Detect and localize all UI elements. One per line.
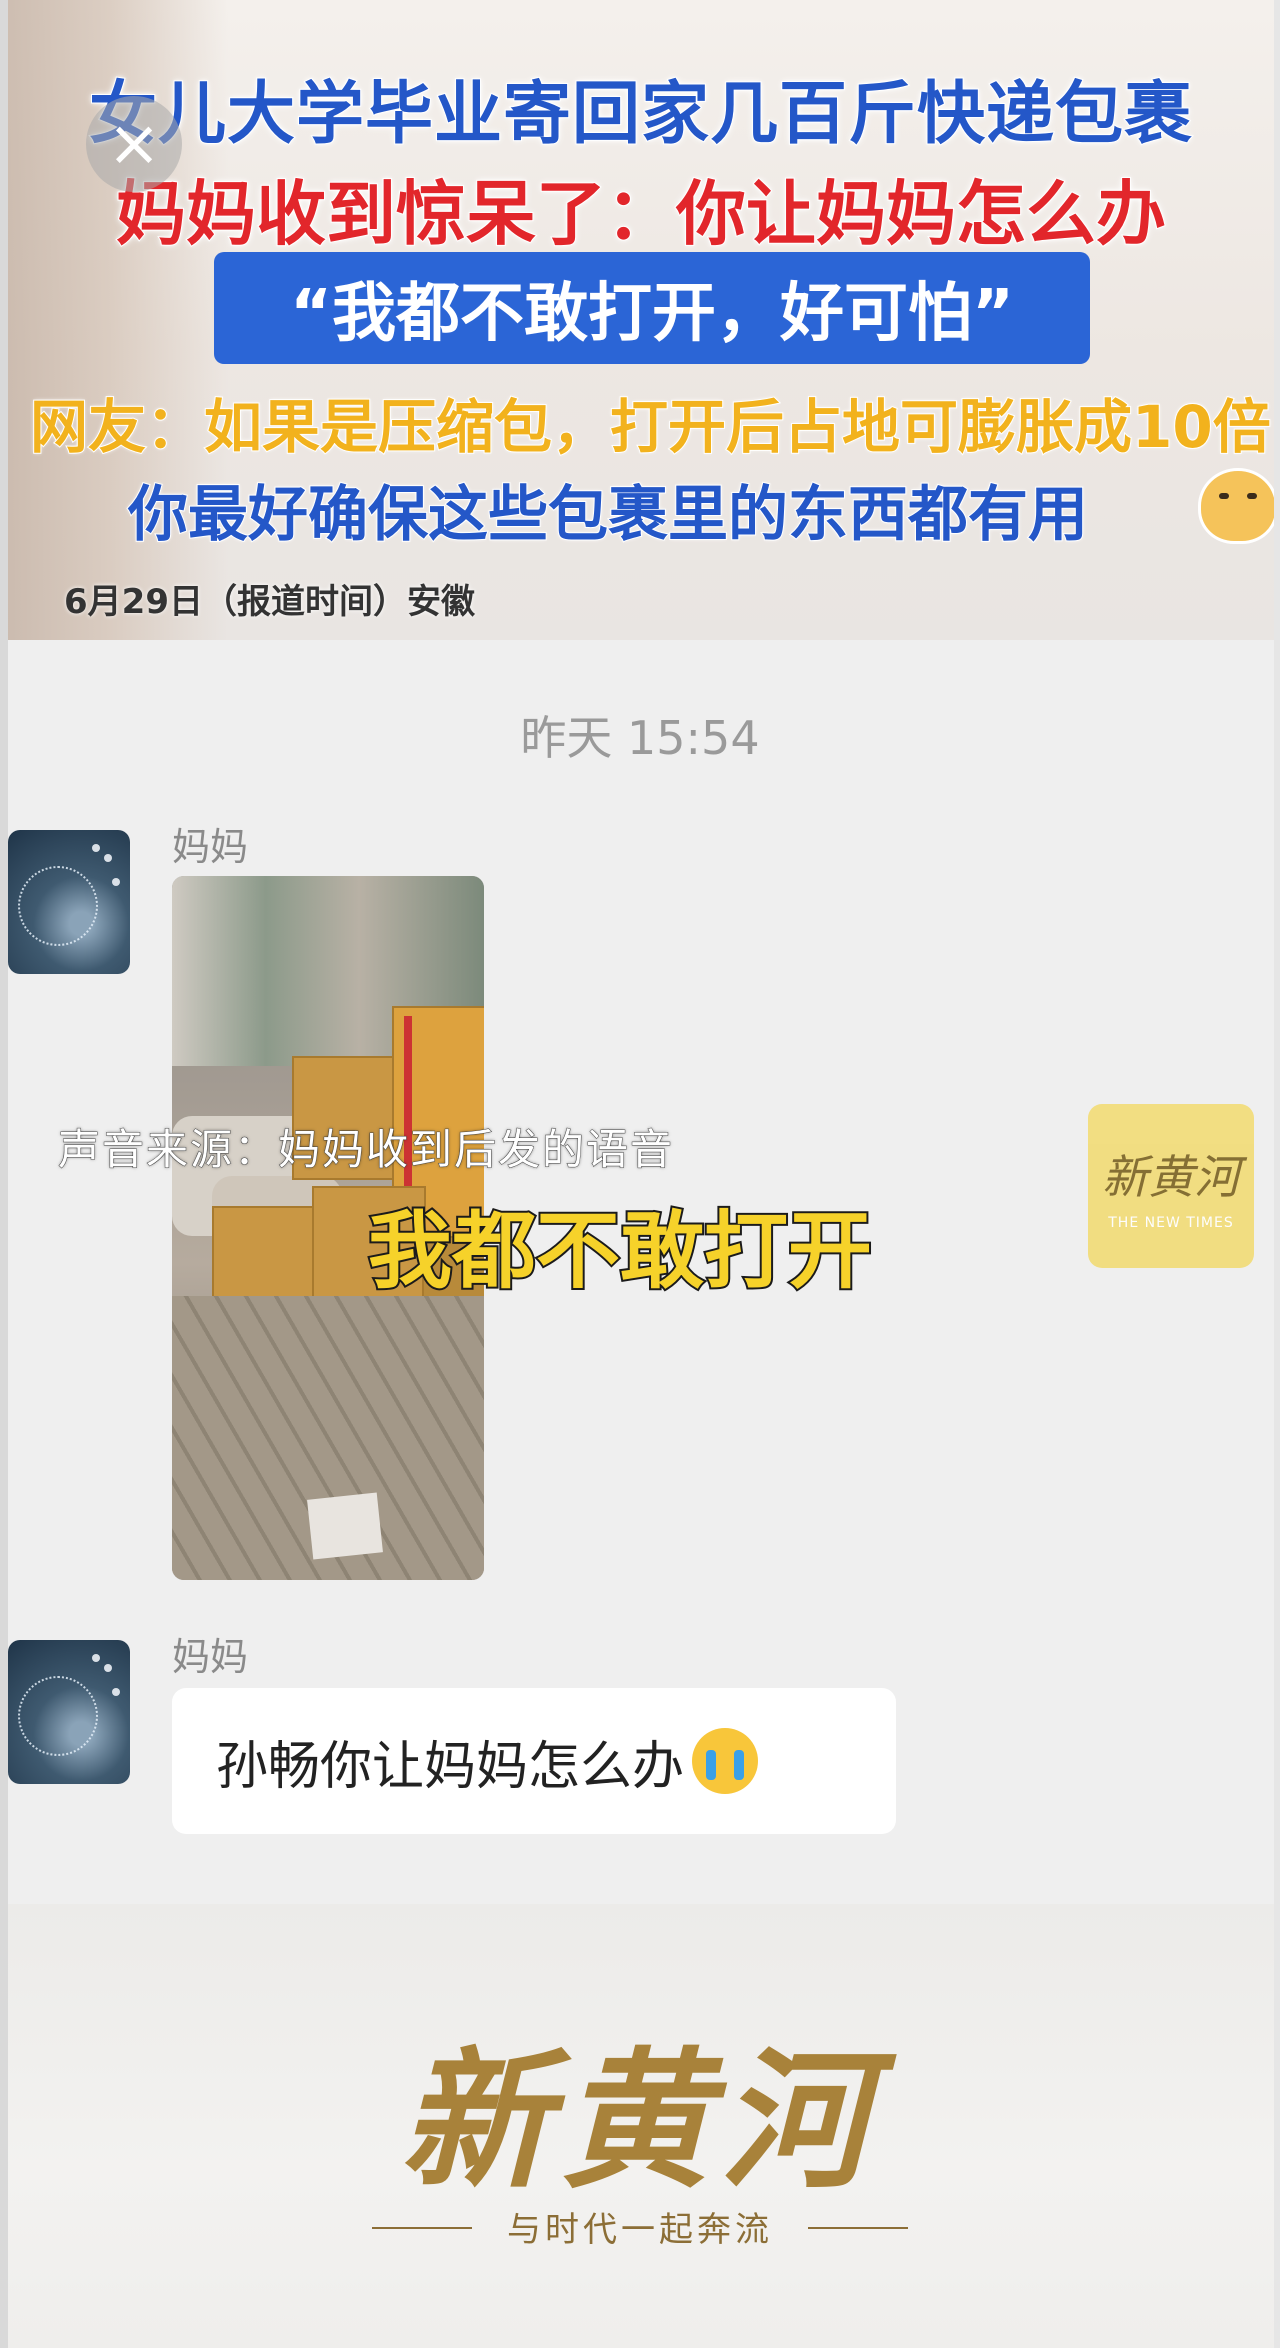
- message-text: 孙畅你让妈妈怎么办: [216, 1736, 685, 1797]
- watermark-sub: THE NEW TIMES: [1108, 1215, 1234, 1231]
- sender-name: 妈妈: [172, 1635, 249, 1679]
- text-message-bubble[interactable]: 孙畅你让妈妈怎么办: [172, 1688, 896, 1834]
- quote-text: “我都不敢打开，好可怕”: [289, 277, 1015, 351]
- dateline: 6月29日（报道时间）安徽: [64, 582, 475, 622]
- headline-line1: 女儿大学毕业寄回家几百斤快递包裹: [88, 74, 1193, 155]
- dandelion-icon: [18, 866, 98, 946]
- right-edge: [1274, 0, 1280, 2348]
- brand-tagline: 与时代一起奔流: [507, 2210, 773, 2250]
- subtitle-caption: 我都不敢打开: [366, 1200, 874, 1302]
- brand-logo: 新黄河: [399, 2033, 880, 2209]
- crying-face-icon: [692, 1728, 759, 1794]
- quote-box: “我都不敢打开，好可怕”: [214, 252, 1090, 364]
- close-icon: ×: [107, 107, 161, 181]
- watermark-logo: 新黄河 THE NEW TIMES: [1088, 1104, 1254, 1268]
- close-button[interactable]: ×: [86, 96, 182, 192]
- cat-emoji-icon: [1198, 468, 1274, 544]
- dandelion-icon: [18, 1676, 98, 1756]
- avatar[interactable]: [8, 830, 130, 974]
- left-edge: [0, 0, 8, 2348]
- voice-source-caption: 声音来源：妈妈收到后发的语音: [57, 1125, 675, 1175]
- chat-timestamp: 昨天 15:54: [520, 711, 760, 765]
- netizen-comment: 网友：如果是压缩包，打开后占地可膨胀成10倍: [29, 392, 1272, 462]
- avatar[interactable]: [8, 1640, 130, 1784]
- headline-line2: 妈妈收到惊呆了：你让妈妈怎么办: [115, 172, 1167, 256]
- advice-text: 你最好确保这些包裹里的东西都有用: [127, 479, 1089, 551]
- news-banner: 女儿大学毕业寄回家几百斤快递包裹 妈妈收到惊呆了：你让妈妈怎么办 “我都不敢打开…: [8, 0, 1274, 640]
- video-frame: 女儿大学毕业寄回家几百斤快递包裹 妈妈收到惊呆了：你让妈妈怎么办 “我都不敢打开…: [0, 0, 1280, 2348]
- watermark-main: 新黄河: [1102, 1150, 1240, 1204]
- sender-name: 妈妈: [172, 825, 249, 869]
